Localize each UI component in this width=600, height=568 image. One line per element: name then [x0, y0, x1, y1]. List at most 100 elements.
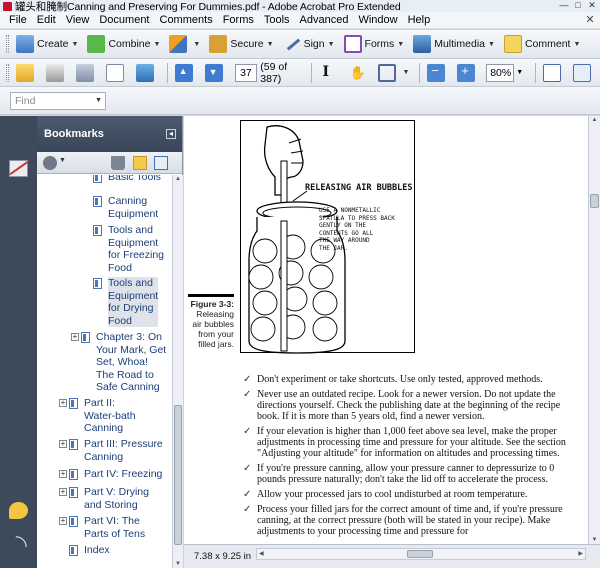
expand-plus-icon[interactable]: +	[59, 399, 67, 407]
expand-plus-icon[interactable]: +	[59, 470, 67, 478]
toolbar-grip[interactable]	[6, 35, 9, 53]
forms-button[interactable]: Forms ▼	[341, 33, 408, 55]
bookmark-tools-drying[interactable]: Tools and Equipment for Drying Food	[93, 277, 159, 327]
menu-document[interactable]: Document	[94, 12, 154, 29]
scroll-up-arrow-icon[interactable]: ▲	[174, 176, 182, 182]
pages-panel-icon[interactable]	[9, 160, 28, 177]
scroll-right-arrow-icon[interactable]: ▶	[578, 549, 583, 559]
bookmark-icon	[81, 332, 90, 343]
menu-file[interactable]: File	[4, 12, 32, 29]
create-button[interactable]: Create ▼	[13, 33, 81, 55]
menu-advanced[interactable]: Advanced	[295, 12, 354, 29]
scroll-down-arrow-icon[interactable]: ▼	[590, 537, 599, 543]
expand-plus-icon[interactable]: +	[59, 440, 67, 448]
bookmark-icon	[93, 175, 102, 183]
bookmark-basic-tools[interactable]: Basic Tools	[93, 175, 161, 184]
zoom-in-button[interactable]	[454, 62, 481, 84]
magnifier-icon	[378, 63, 397, 82]
attachments-paperclip-icon[interactable]	[9, 534, 28, 551]
bookmark-label: Tools and	[108, 277, 153, 289]
expand-plus-icon[interactable]: +	[71, 333, 79, 341]
scroll-left-arrow-icon[interactable]: ◀	[259, 549, 264, 559]
figure-caption-line: from your	[198, 329, 234, 339]
save-button[interactable]	[73, 62, 100, 84]
hand-tool-button[interactable]	[345, 62, 372, 84]
bookmark-label: Part III: Pressure	[84, 438, 163, 450]
bookmark-label: Equipment	[108, 236, 159, 249]
scrollbar-thumb[interactable]	[174, 405, 182, 545]
toolbar-grip[interactable]	[6, 63, 9, 82]
expand-plus-icon[interactable]: +	[59, 488, 67, 496]
menu-view[interactable]: View	[61, 12, 95, 29]
fit-width-button[interactable]	[570, 62, 597, 84]
next-page-button[interactable]	[202, 62, 229, 84]
bookmark-label: Food	[108, 261, 132, 274]
bookmark-icon	[69, 545, 78, 556]
close-window-button[interactable]: ✕	[586, 0, 598, 11]
bookmark-part-4[interactable]: + Part IV: Freezing	[59, 468, 162, 481]
scroll-down-arrow-icon[interactable]: ▼	[174, 561, 182, 567]
document-view[interactable]: Figure 3-3: Releasing air bubbles from y…	[184, 116, 588, 568]
close-document-button[interactable]: ✕	[584, 14, 596, 26]
zoom-dropdown-chevron-icon[interactable]: ▼	[516, 69, 523, 76]
comments-panel-icon[interactable]	[9, 502, 28, 519]
marquee-zoom-button[interactable]: ▼	[375, 62, 412, 84]
scrollbar-thumb[interactable]	[590, 194, 599, 208]
chevron-down-icon[interactable]: ▼	[59, 157, 66, 164]
bookmark-tools-freezing[interactable]: Tools and Equipment for Freezing Food	[93, 224, 164, 274]
print-button[interactable]	[43, 62, 70, 84]
menu-help[interactable]: Help	[403, 12, 436, 29]
scroll-up-arrow-icon[interactable]: ▲	[590, 117, 599, 123]
document-horizontal-scrollbar[interactable]: ◀ ▶	[256, 548, 586, 560]
page-number-input[interactable]: 37	[234, 63, 258, 82]
zoom-out-button[interactable]	[424, 62, 451, 84]
figure-label: Figure 3-3:	[188, 294, 234, 309]
figure-caption-line: air bubbles	[192, 319, 234, 329]
menu-tools[interactable]: Tools	[259, 12, 295, 29]
minimize-button[interactable]: —	[558, 0, 570, 11]
previous-page-button[interactable]	[172, 62, 199, 84]
menu-window[interactable]: Window	[353, 12, 402, 29]
bookmark-part-6[interactable]: + Part VI: The Parts of Tens	[59, 515, 145, 540]
bookmark-canning-equipment[interactable]: Canning Equipment	[93, 195, 158, 220]
illustration-note-line: GENTLY ON THE	[319, 222, 366, 229]
fit-page-button[interactable]	[540, 62, 567, 84]
secure-button[interactable]: Secure ▼	[206, 33, 276, 55]
open-button[interactable]	[13, 62, 40, 84]
comment-button[interactable]: Comment ▼	[501, 33, 583, 55]
toolbar-separator	[166, 62, 168, 83]
bookmark-chapter-3[interactable]: + Chapter 3: On Your Mark, Get Set, Whoa…	[71, 331, 166, 394]
list-item: ✓ If you're pressure canning, allow your …	[240, 463, 570, 485]
bookmark-part-5[interactable]: + Part V: Drying and Storing	[59, 486, 149, 511]
web-button[interactable]	[133, 62, 160, 84]
menu-forms[interactable]: Forms	[218, 12, 259, 29]
bookmark-icon	[69, 469, 78, 480]
zoom-level-input[interactable]: 80%	[486, 63, 515, 82]
scrollbar-thumb[interactable]	[407, 550, 433, 558]
menu-edit[interactable]: Edit	[32, 12, 61, 29]
document-vertical-scrollbar[interactable]: ▲ ▼	[588, 116, 600, 544]
multimedia-button[interactable]: Multimedia ▼	[410, 33, 498, 55]
select-tool-button[interactable]	[315, 62, 342, 84]
maximize-button[interactable]: □	[572, 0, 584, 11]
sign-button[interactable]: Sign ▼	[280, 33, 338, 55]
bookmark-index[interactable]: Index	[69, 544, 110, 557]
menu-comments[interactable]: Comments	[155, 12, 218, 29]
expand-plus-icon[interactable]: +	[59, 517, 67, 525]
bookmark-part-3[interactable]: + Part III: Pressure Canning	[59, 438, 163, 463]
combine-button[interactable]: Combine ▼	[84, 33, 163, 55]
bookmark-part-2[interactable]: + Part II: Water-bath Canning	[59, 397, 136, 435]
folder-open-icon	[15, 63, 34, 82]
chevron-down-icon[interactable]: ▼	[95, 93, 102, 109]
email-button[interactable]	[103, 62, 130, 84]
collapse-panel-icon[interactable]: ◂	[166, 129, 176, 139]
options-gear-icon[interactable]	[43, 156, 57, 170]
delete-bookmark-trash-icon[interactable]	[111, 156, 125, 170]
find-input[interactable]: Find ▼	[10, 91, 106, 110]
bookmarks-scrollbar[interactable]: ▲ ▼	[172, 175, 183, 568]
new-bookmark-icon[interactable]	[133, 156, 147, 170]
expand-bookmark-icon[interactable]	[154, 156, 168, 170]
share-button[interactable]: ▼	[166, 33, 203, 55]
list-item-text: If your elevation is higher than 1,000 f…	[257, 426, 566, 459]
bookmark-icon	[69, 439, 78, 450]
